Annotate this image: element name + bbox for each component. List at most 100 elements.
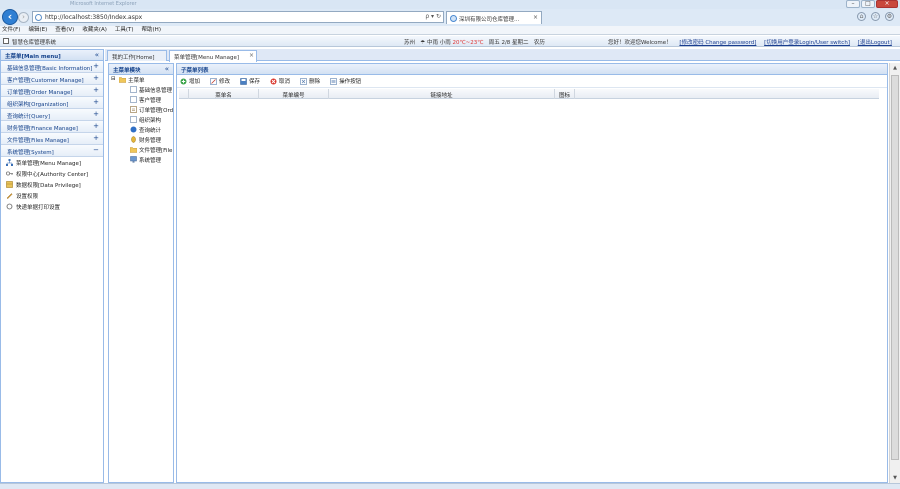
browser-toolbar-icons: ⌂ ☆ ⚙ bbox=[857, 12, 894, 21]
collapse-icon[interactable]: « bbox=[165, 65, 169, 73]
forward-arrow-icon[interactable]: › bbox=[18, 12, 29, 23]
menu-file[interactable]: 文件(F) bbox=[2, 26, 20, 34]
expand-icon[interactable]: + bbox=[93, 110, 99, 118]
folder-icon bbox=[130, 147, 137, 153]
logout-link[interactable]: [退出Logout] bbox=[858, 40, 892, 46]
tree-node[interactable]: 系统管理 bbox=[109, 155, 173, 165]
tree-node[interactable]: 基础信息管理 bbox=[109, 85, 173, 95]
menu-edit[interactable]: 编辑(E) bbox=[28, 26, 47, 34]
cancel-button[interactable]: 取消 bbox=[270, 77, 290, 85]
vertical-scrollbar[interactable]: ▲ ▼ bbox=[889, 63, 900, 483]
content-tab-strip: 我的工作[Home] 菜单管理[Menu Manage] × bbox=[105, 49, 900, 62]
sidebar-item-data-privilege[interactable]: 数据权限[Data Privilege] bbox=[1, 179, 103, 190]
tree-node[interactable]: 财务管理 bbox=[109, 135, 173, 145]
menu-section-finance[interactable]: 财务管理[Finance Manage] + bbox=[1, 121, 103, 133]
tree-node[interactable]: 客户管理 bbox=[109, 95, 173, 105]
document-icon bbox=[130, 86, 137, 93]
tree-root[interactable]: ⊟ 主菜单 bbox=[109, 75, 173, 85]
menu-section-label: 订单管理[Order Manage] bbox=[7, 90, 73, 96]
tab-menu-manage[interactable]: 菜单管理[Menu Manage] × bbox=[169, 50, 257, 62]
expand-icon[interactable]: + bbox=[93, 98, 99, 106]
date-text: 周五 2/8 星期二 bbox=[488, 40, 529, 46]
menu-section-label: 组织架构[Organization] bbox=[7, 102, 69, 108]
tree-node[interactable]: 订单管理[Ord bbox=[109, 105, 173, 115]
action-buttons-button[interactable]: 操作按钮 bbox=[330, 77, 361, 85]
column-icon[interactable]: 图标 bbox=[555, 89, 575, 99]
menu-section-customer[interactable]: 客户管理[Customer Manage] + bbox=[1, 73, 103, 85]
minimize-button[interactable]: – bbox=[846, 0, 860, 8]
window-title: Microsoft Internet Explorer bbox=[70, 1, 137, 7]
column-menu-name[interactable]: 菜单名 bbox=[189, 89, 259, 99]
menu-section-system[interactable]: 系统管理[System] − bbox=[1, 145, 103, 157]
address-bar[interactable]: http://localhost:3850/Index.aspx ρ ▾ ↻ bbox=[32, 11, 444, 23]
scroll-thumb[interactable] bbox=[891, 75, 899, 460]
menu-section-label: 系统管理[System] bbox=[7, 150, 54, 156]
sidebar-item-menu-manage[interactable]: 菜单管理[Menu Manage] bbox=[1, 157, 103, 168]
menu-section-basic[interactable]: 基础信息管理[Basic Information] + bbox=[1, 61, 103, 73]
close-window-button[interactable]: × bbox=[876, 0, 898, 8]
menu-view[interactable]: 查看(V) bbox=[55, 26, 74, 34]
status-bar bbox=[0, 483, 900, 489]
expand-icon[interactable]: + bbox=[93, 122, 99, 130]
browser-title-bar: Microsoft Internet Explorer – □ × bbox=[0, 0, 900, 9]
edit-button[interactable]: 修改 bbox=[210, 77, 230, 85]
browser-tab-label: 深圳有限公司仓库管理... bbox=[459, 17, 520, 23]
grid-panel-title: 子菜单列表 bbox=[181, 68, 209, 74]
delete-icon bbox=[300, 77, 307, 85]
tab-home[interactable]: 我的工作[Home] bbox=[107, 50, 167, 61]
address-tools[interactable]: ρ ▾ ↻ bbox=[425, 13, 441, 20]
close-tab-icon[interactable]: × bbox=[533, 14, 538, 21]
column-menu-code[interactable]: 菜单编号 bbox=[259, 89, 329, 99]
menu-section-query[interactable]: 查询统计[Query] + bbox=[1, 109, 103, 121]
delete-button-label: 删除 bbox=[309, 79, 321, 85]
sidebar-item-authority[interactable]: 权限中心[Authority Center] bbox=[1, 168, 103, 179]
menu-help[interactable]: 帮助(H) bbox=[142, 26, 161, 34]
tab-label: 我的工作[Home] bbox=[112, 55, 155, 61]
collapse-section-icon[interactable]: − bbox=[93, 146, 99, 154]
menu-section-order[interactable]: 订单管理[Order Manage] + bbox=[1, 85, 103, 97]
expand-icon[interactable]: + bbox=[93, 134, 99, 142]
star-icon[interactable]: ☆ bbox=[871, 12, 880, 21]
tree-node[interactable]: 查询统计 bbox=[109, 125, 173, 135]
delete-button[interactable]: 删除 bbox=[300, 77, 320, 85]
database-icon bbox=[6, 181, 13, 188]
add-icon bbox=[180, 78, 187, 84]
expand-icon[interactable]: + bbox=[93, 86, 99, 94]
home-checkbox[interactable] bbox=[3, 38, 9, 44]
tree-toggle-icon[interactable]: ⊟ bbox=[111, 76, 116, 82]
app-header: 智慧仓库管理系统 苏州 ☂ 中雨 小雨 20℃~23℃ 周五 2/8 星期二 农… bbox=[0, 36, 900, 47]
save-button[interactable]: 保存 bbox=[240, 77, 260, 85]
close-icon[interactable]: × bbox=[249, 52, 254, 59]
add-button[interactable]: 增加 bbox=[180, 77, 200, 85]
folder-icon bbox=[119, 77, 126, 83]
lunar-text: 农历 bbox=[533, 40, 545, 46]
menu-section-files[interactable]: 文件管理[Files Manage] + bbox=[1, 133, 103, 145]
menu-section-organization[interactable]: 组织架构[Organization] + bbox=[1, 97, 103, 109]
change-password-link[interactable]: [修改密码 Change password] bbox=[679, 40, 756, 46]
tree-node-label: 财务管理 bbox=[139, 138, 162, 144]
gear-icon[interactable]: ⚙ bbox=[885, 12, 894, 21]
pencil-icon bbox=[6, 193, 13, 199]
back-arrow-icon[interactable]: ‹ bbox=[2, 9, 18, 25]
menu-favorites[interactable]: 收藏夹(A) bbox=[82, 26, 107, 34]
main-menu-header: 主菜单[Main menu] « bbox=[1, 50, 103, 61]
tree-node[interactable]: 组织架构 bbox=[109, 115, 173, 125]
expand-icon[interactable]: + bbox=[93, 74, 99, 82]
sidebar-item-print-setting[interactable]: 快递单据打印设置 bbox=[1, 201, 103, 212]
home-icon[interactable]: ⌂ bbox=[857, 12, 866, 21]
browser-tab[interactable]: 深圳有限公司仓库管理... × bbox=[446, 11, 542, 24]
grid-panel-header: 子菜单列表 bbox=[177, 64, 887, 75]
collapse-icon[interactable]: « bbox=[95, 51, 99, 59]
scroll-down-icon[interactable]: ▼ bbox=[890, 473, 900, 483]
scroll-up-icon[interactable]: ▲ bbox=[890, 63, 900, 73]
grid-rownum-column bbox=[179, 89, 189, 99]
page-icon bbox=[35, 14, 42, 21]
menu-tools[interactable]: 工具(T) bbox=[115, 26, 134, 34]
maximize-button[interactable]: □ bbox=[861, 0, 875, 8]
url-text: http://localhost:3850/Index.aspx bbox=[45, 14, 143, 21]
sidebar-item-set-permission[interactable]: 设置权限 bbox=[1, 190, 103, 201]
expand-icon[interactable]: + bbox=[93, 62, 99, 70]
tree-node[interactable]: 文件管理[File bbox=[109, 145, 173, 155]
switch-user-link[interactable]: [切换用户登录Login/User switch] bbox=[764, 40, 850, 46]
column-link-url[interactable]: 链接地址 bbox=[329, 89, 555, 99]
